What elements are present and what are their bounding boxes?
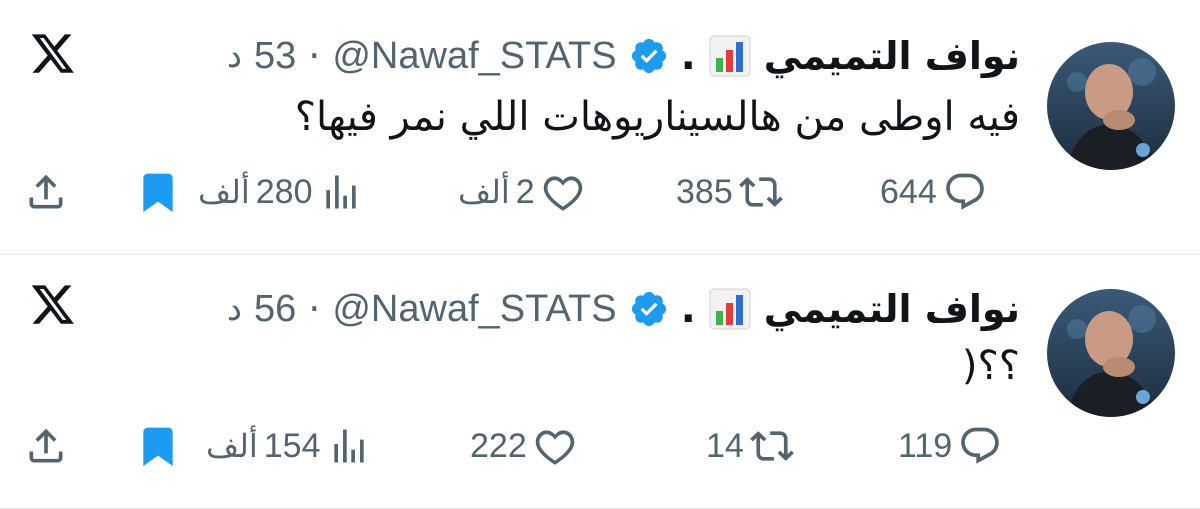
name-dot: . [680, 33, 696, 79]
avatar-image [1047, 289, 1175, 417]
views-count-unit: ألف [198, 174, 250, 210]
reply-count: 644 [880, 172, 937, 211]
like-count-value: 2 [515, 172, 535, 211]
verified-badge-icon[interactable] [629, 289, 669, 329]
verified-badge-icon[interactable] [629, 36, 669, 76]
action-bar: 119 14 222 ألف 154 [0, 416, 1200, 476]
timestamp-unit: د [226, 289, 242, 329]
bookmark-icon [143, 173, 173, 213]
x-logo-icon[interactable] [30, 281, 76, 327]
share-button[interactable] [24, 416, 68, 476]
avatar[interactable] [1047, 289, 1175, 417]
tweet-header: نواف التميمي . @Nawaf_STATS · 56 د [227, 283, 1020, 335]
tweet-text: فيه اوطى من هالسيناريوهات اللي نمر فيها؟ [294, 94, 1020, 140]
share-icon [29, 428, 63, 463]
views-count-value: 280 [255, 172, 313, 211]
author-name[interactable]: نواف التميمي [764, 287, 1020, 331]
heart-icon [535, 430, 574, 465]
avatar-image [1047, 42, 1175, 170]
timestamp-value[interactable]: 56 [254, 288, 296, 331]
reply-bubble-icon [961, 427, 1000, 464]
retweet-button[interactable]: 385 [676, 162, 783, 222]
author-name[interactable]: نواف التميمي [764, 34, 1020, 78]
views-bars-icon [333, 429, 364, 463]
views-button[interactable]: ألف 154 [206, 416, 371, 476]
x-logo-icon[interactable] [30, 30, 76, 76]
timestamp-unit: د [226, 36, 242, 76]
author-handle[interactable]: @Nawaf_STATS [332, 35, 616, 78]
retweet-icon [749, 431, 794, 461]
like-button[interactable]: 222 [470, 416, 577, 476]
share-button[interactable] [24, 162, 68, 222]
tweet-text: ؟؟( [961, 343, 1020, 389]
reply-count: 119 [898, 426, 953, 465]
retweet-icon [738, 177, 783, 207]
avatar[interactable] [1047, 42, 1175, 170]
bookmark-button[interactable] [136, 416, 180, 476]
share-icon [29, 174, 63, 209]
tweet[interactable]: نواف التميمي . @Nawaf_STATS · 53 د فيه ا… [0, 0, 1200, 255]
separator: · [308, 287, 321, 331]
separator: · [308, 34, 321, 78]
tweet-header: نواف التميمي . @Nawaf_STATS · 53 د [227, 30, 1020, 82]
heart-icon [543, 176, 582, 211]
retweet-count: 385 [676, 172, 733, 211]
like-button[interactable]: ألف 2 [458, 162, 585, 222]
views-button[interactable]: ألف 280 [198, 162, 363, 222]
reply-button[interactable]: 644 [880, 162, 987, 222]
author-handle[interactable]: @Nawaf_STATS [332, 288, 616, 331]
like-count-unit: ألف [458, 174, 510, 210]
action-bar: 644 385 ألف 2 ألف 280 [0, 162, 1200, 222]
tweet[interactable]: نواف التميمي . @Nawaf_STATS · 56 د ؟؟( 1… [0, 256, 1200, 509]
like-count-value: 222 [470, 426, 527, 465]
views-count-unit: ألف [206, 428, 258, 464]
bookmark-icon [143, 427, 173, 467]
retweet-button[interactable]: 14 [706, 416, 794, 476]
bookmark-button[interactable] [136, 162, 180, 222]
timestamp-value[interactable]: 53 [254, 35, 296, 78]
retweet-count: 14 [706, 426, 744, 465]
views-bars-icon [325, 175, 356, 209]
reply-button[interactable]: 119 [898, 416, 1002, 476]
name-dot: . [680, 286, 696, 332]
bar-chart-emoji-icon [709, 288, 751, 330]
reply-bubble-icon [945, 173, 984, 210]
views-count-value: 154 [263, 426, 321, 465]
bar-chart-emoji-icon [709, 35, 751, 77]
